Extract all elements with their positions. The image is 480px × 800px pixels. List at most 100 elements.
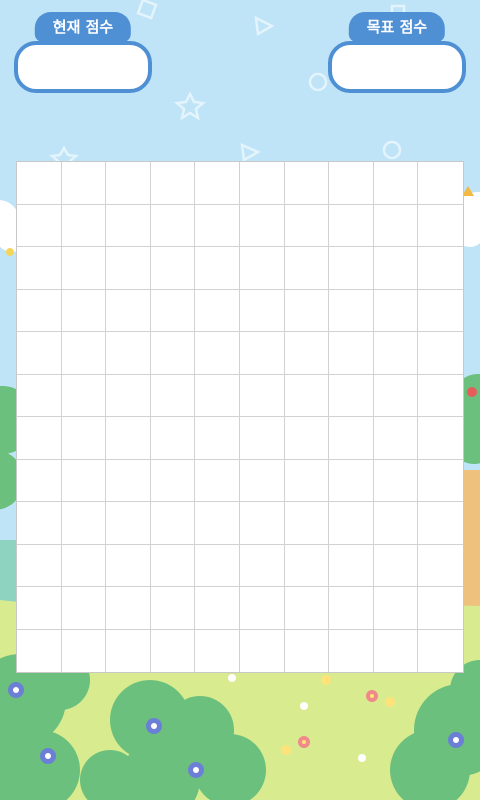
board-cell[interactable] (150, 587, 196, 630)
board-cell[interactable] (17, 544, 62, 587)
board-cell[interactable] (61, 544, 107, 587)
board-cell[interactable] (61, 374, 107, 417)
board-cell[interactable] (329, 289, 374, 332)
board-cell[interactable] (195, 374, 240, 417)
board-cell[interactable] (195, 417, 240, 460)
board-cell[interactable] (329, 162, 374, 205)
board-cell[interactable] (150, 374, 196, 417)
board-cell[interactable] (329, 629, 374, 672)
board-cell[interactable] (106, 544, 151, 587)
board-cell[interactable] (373, 162, 419, 205)
board-cell[interactable] (195, 289, 240, 332)
board-cell[interactable] (17, 289, 62, 332)
board-cell[interactable] (61, 417, 107, 460)
board-cell[interactable] (150, 417, 196, 460)
board-cell[interactable] (106, 502, 151, 545)
board-cell[interactable] (373, 417, 419, 460)
board-cell[interactable] (61, 247, 107, 290)
board-cell[interactable] (329, 544, 374, 587)
board-cell[interactable] (61, 162, 107, 205)
board-cell[interactable] (195, 502, 240, 545)
board-cell[interactable] (195, 162, 240, 205)
board-cell[interactable] (106, 289, 151, 332)
board-cell[interactable] (239, 417, 285, 460)
board-cell[interactable] (239, 162, 285, 205)
board-cell[interactable] (329, 332, 374, 375)
board-cell[interactable] (284, 247, 330, 290)
board-cell[interactable] (373, 247, 419, 290)
board-cell[interactable] (374, 629, 419, 672)
board-cell[interactable] (150, 459, 196, 502)
board-cell[interactable] (329, 247, 374, 290)
board-cell[interactable] (373, 374, 419, 417)
board-cell[interactable] (418, 545, 463, 587)
board-cell[interactable] (418, 375, 463, 417)
board-cell[interactable] (17, 587, 62, 630)
board-cell[interactable] (239, 459, 285, 502)
board-cell[interactable] (17, 502, 62, 545)
board-cell[interactable] (329, 459, 374, 502)
board-cell[interactable] (150, 204, 196, 247)
board-cell[interactable] (106, 629, 151, 672)
board-cell[interactable] (329, 417, 374, 460)
board-cell[interactable] (373, 332, 419, 375)
board-cell[interactable] (418, 162, 463, 205)
board-cell[interactable] (17, 162, 62, 205)
board-cell[interactable] (195, 587, 240, 630)
board-cell[interactable] (418, 290, 463, 332)
board-cell[interactable] (240, 629, 285, 672)
board-cell[interactable] (284, 459, 330, 502)
board-cell[interactable] (150, 162, 196, 205)
board-cell[interactable] (284, 332, 330, 375)
board-cell[interactable] (329, 587, 374, 630)
board-cell[interactable] (61, 502, 107, 545)
board-cell[interactable] (195, 629, 240, 672)
board-cell[interactable] (329, 502, 374, 545)
board-cell[interactable] (373, 587, 419, 630)
board-cell[interactable] (150, 544, 196, 587)
board-cell[interactable] (61, 459, 107, 502)
board-cell[interactable] (373, 204, 419, 247)
board-cell[interactable] (195, 247, 240, 290)
board-cell[interactable] (17, 417, 62, 460)
board-cell[interactable] (418, 417, 463, 460)
board-cell[interactable] (106, 417, 151, 460)
board-cell[interactable] (239, 332, 285, 375)
board-cell[interactable] (239, 204, 285, 247)
board-cell[interactable] (195, 332, 240, 375)
board-cell[interactable] (284, 374, 330, 417)
board-cell[interactable] (239, 544, 285, 587)
board-cell[interactable] (17, 332, 62, 375)
board-cell[interactable] (106, 459, 151, 502)
board-cell[interactable] (239, 289, 285, 332)
board-cell[interactable] (373, 502, 419, 545)
board-cell[interactable] (418, 630, 463, 673)
board-cell[interactable] (150, 332, 196, 375)
board-cell[interactable] (195, 204, 240, 247)
board-cell[interactable] (284, 204, 330, 247)
board-cell[interactable] (418, 205, 463, 247)
board-cell[interactable] (418, 460, 463, 502)
board-cell[interactable] (373, 459, 419, 502)
board-cell[interactable] (418, 502, 463, 545)
board-cell[interactable] (284, 587, 330, 630)
board-cell[interactable] (150, 247, 196, 290)
board-cell[interactable] (62, 629, 107, 672)
board-cell[interactable] (284, 289, 330, 332)
board-cell[interactable] (150, 289, 196, 332)
board-cell[interactable] (373, 544, 419, 587)
board-cell[interactable] (195, 544, 240, 587)
board-cell[interactable] (61, 332, 107, 375)
board-cell[interactable] (17, 459, 62, 502)
board-cell[interactable] (373, 289, 419, 332)
board-cell[interactable] (17, 629, 62, 672)
board-cell[interactable] (284, 417, 330, 460)
board-cell[interactable] (418, 587, 463, 630)
board-cell[interactable] (285, 629, 330, 672)
board-cell[interactable] (61, 587, 107, 630)
board-cell[interactable] (106, 162, 151, 205)
board-cell[interactable] (106, 204, 151, 247)
board-cell[interactable] (239, 374, 285, 417)
board-cell[interactable] (106, 247, 151, 290)
board-cell[interactable] (106, 587, 151, 630)
